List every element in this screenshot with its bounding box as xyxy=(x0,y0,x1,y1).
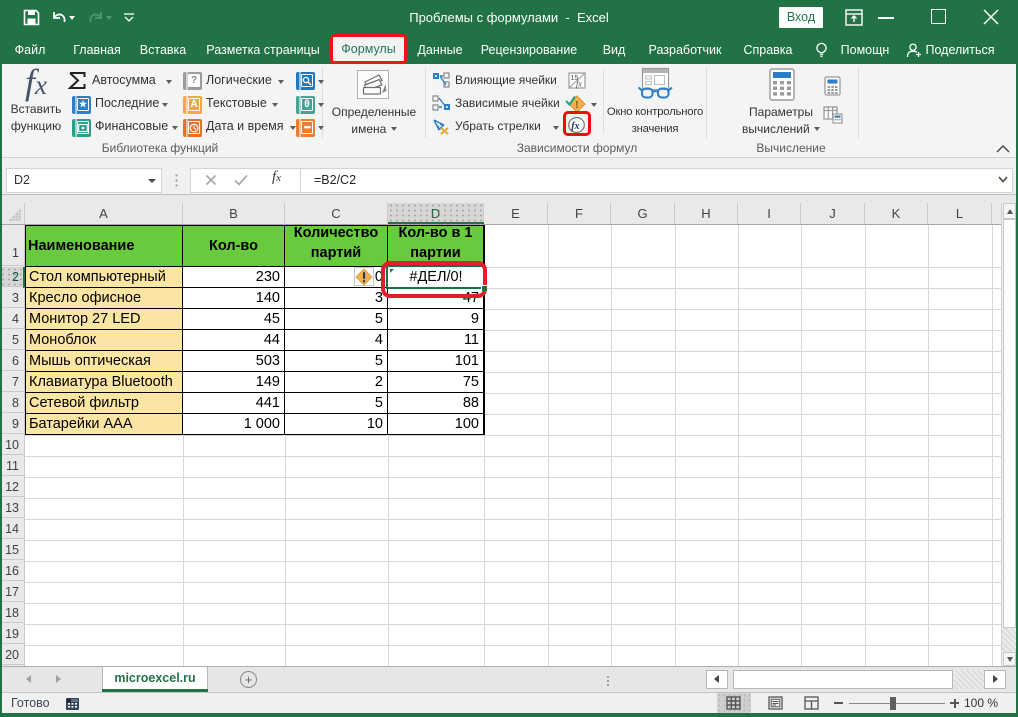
svg-text:!: ! xyxy=(575,100,578,111)
svg-text:fx: fx xyxy=(576,80,582,89)
